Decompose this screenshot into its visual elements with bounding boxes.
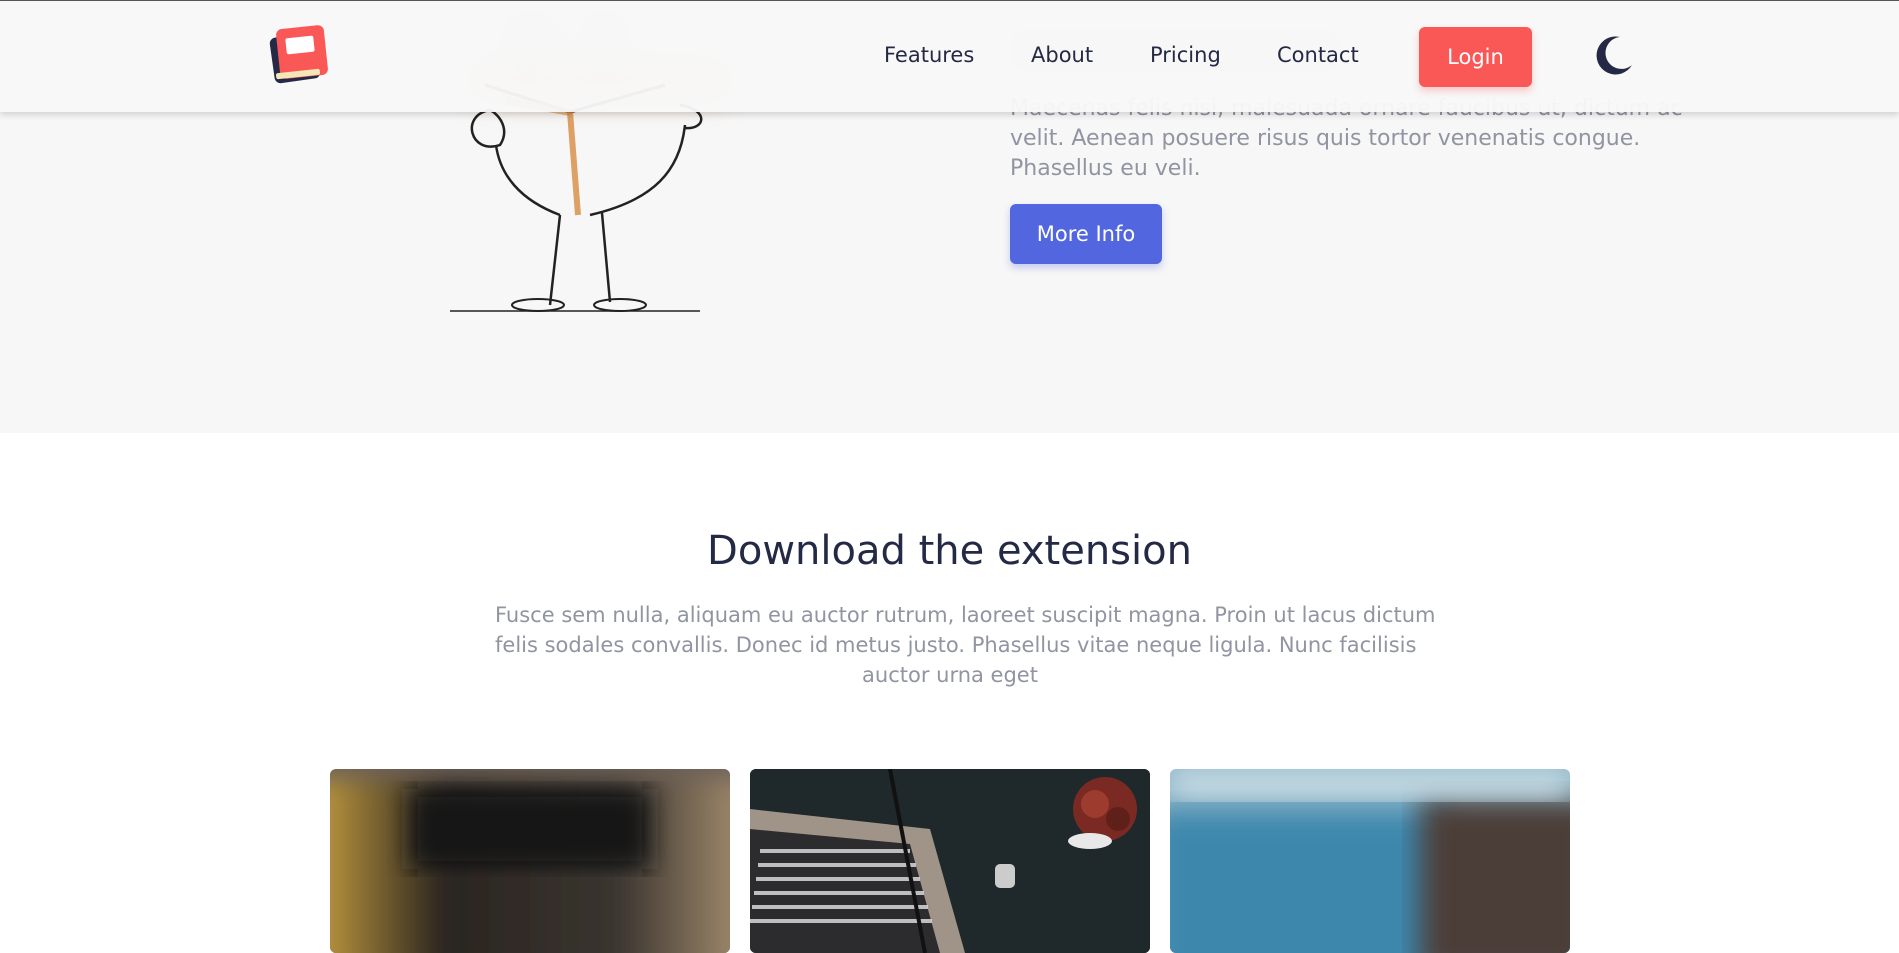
download-title: Download the extension (707, 528, 1192, 574)
blurred-photo-image (1170, 769, 1570, 953)
download-description-line: auctor urna eget (862, 663, 1038, 687)
nav-about[interactable]: About (1031, 43, 1093, 67)
hero-description-line: Phasellus eu veli. (1010, 156, 1201, 181)
hero-description-line: velit. Aenean posuere risus quis tortor … (1010, 126, 1641, 151)
extension-card-opera[interactable] (1170, 769, 1570, 953)
extension-card-chrome[interactable] (330, 769, 730, 953)
nav-pricing[interactable]: Pricing (1150, 43, 1221, 67)
nav-features[interactable]: Features (884, 43, 974, 67)
login-button[interactable]: Login (1419, 27, 1532, 87)
moon-icon[interactable] (1590, 33, 1636, 79)
download-description-line: felis sodales convallis. Donec id metus … (495, 633, 1417, 657)
download-description-line: Fusce sem nulla, aliquam eu auctor rutru… (495, 603, 1436, 627)
nav-contact[interactable]: Contact (1277, 43, 1359, 67)
laptop-desk-photo-image (750, 769, 1150, 953)
download-description: Fusce sem nulla, aliquam eu auctor rutru… (495, 600, 1436, 690)
site-header: Features About Pricing Contact Login (0, 0, 1899, 112)
more-info-button[interactable]: More Info (1010, 204, 1162, 264)
blurred-photo-image (330, 769, 730, 953)
book-logo-icon[interactable] (266, 21, 332, 87)
extension-card-firefox[interactable] (750, 769, 1150, 953)
